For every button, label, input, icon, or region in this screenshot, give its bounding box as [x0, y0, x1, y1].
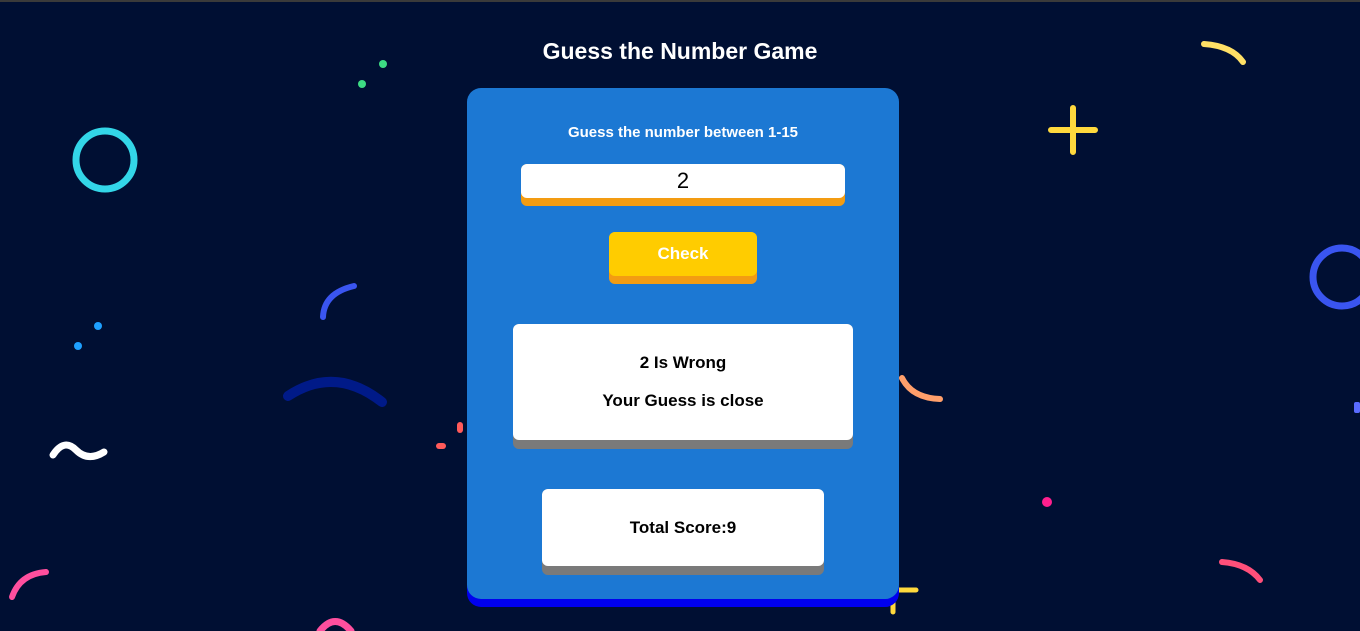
- blue-dot-shape: [94, 322, 102, 330]
- orange-arc-shape: [899, 375, 943, 402]
- yellow-plus-shape: [1048, 105, 1098, 155]
- blue-ring-shape: [1309, 244, 1360, 310]
- magenta-dot-shape: [1042, 497, 1052, 507]
- total-score: Total Score:9: [629, 518, 737, 537]
- blue-arc-shape: [320, 283, 357, 320]
- hint-message: Your Guess is close: [602, 391, 764, 410]
- result-message: 2 Is Wrong: [639, 353, 727, 372]
- check-button-frame: Check: [609, 232, 757, 284]
- pink-arc-shape-right: [1219, 559, 1263, 583]
- pink-arc-shape-left: [9, 569, 49, 600]
- result-panel-frame: 2 Is Wrong Your Guess is close: [513, 324, 853, 449]
- result-panel: 2 Is Wrong Your Guess is close: [513, 324, 853, 440]
- blue-dash-shape: [1354, 402, 1360, 413]
- score-panel-frame: Total Score:9: [542, 489, 824, 575]
- green-dot-shape: [358, 80, 366, 88]
- red-dash-shape: [457, 422, 463, 433]
- cyan-ring-shape: [72, 127, 138, 193]
- guess-prompt: Guess the number between 1-15: [567, 124, 799, 141]
- page-title: Guess the Number Game: [542, 38, 818, 64]
- pink-ring-partial-shape: [316, 618, 355, 631]
- blue-dot-shape: [74, 342, 82, 350]
- red-dash-shape: [436, 443, 446, 449]
- game-card: Guess the number between 1-15 Check 2 Is…: [467, 88, 899, 599]
- guess-input[interactable]: [521, 164, 845, 198]
- dark-blue-arc-shape: [283, 376, 387, 407]
- guess-input-frame: [521, 164, 845, 206]
- check-button[interactable]: Check: [609, 232, 757, 276]
- score-panel: Total Score:9: [542, 489, 824, 566]
- white-squiggle-shape: [49, 441, 108, 460]
